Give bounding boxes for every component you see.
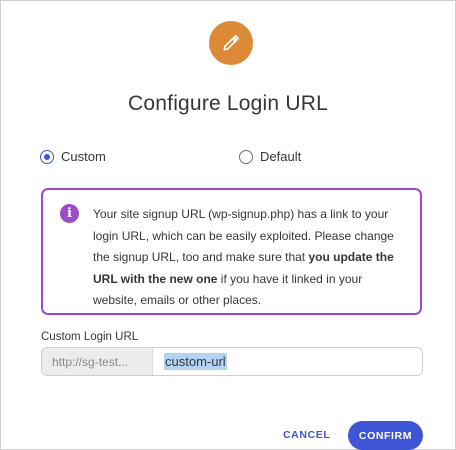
custom-radio[interactable] xyxy=(40,149,54,164)
default-radio[interactable] xyxy=(239,149,253,164)
custom-login-url-label: Custom Login URL xyxy=(41,331,139,343)
notice-text: Your site signup URL (wp-signup.php) has… xyxy=(93,204,406,312)
custom-url-value: custom-url xyxy=(164,353,227,370)
confirm-button[interactable]: CONFIRM xyxy=(348,421,423,450)
signup-url-notice: i Your site signup URL (wp-signup.php) h… xyxy=(41,188,422,315)
info-icon: i xyxy=(60,204,79,223)
default-option[interactable]: Default xyxy=(239,149,301,164)
custom-login-url-field[interactable]: http://sg-test... custom-url xyxy=(41,347,423,376)
dialog-title: Configure Login URL xyxy=(128,92,328,115)
custom-option-label: Custom xyxy=(61,149,106,164)
custom-url-input[interactable]: custom-url xyxy=(153,348,422,375)
default-option-label: Default xyxy=(260,149,302,164)
url-prefix: http://sg-test... xyxy=(42,348,153,375)
cancel-button[interactable]: CANCEL xyxy=(283,429,330,441)
configure-login-url-dialog: Configure Login URL Custom Default i You… xyxy=(0,0,456,450)
custom-option[interactable]: Custom xyxy=(40,149,106,164)
pencil-icon xyxy=(223,34,240,51)
header-icon-badge xyxy=(209,21,253,65)
